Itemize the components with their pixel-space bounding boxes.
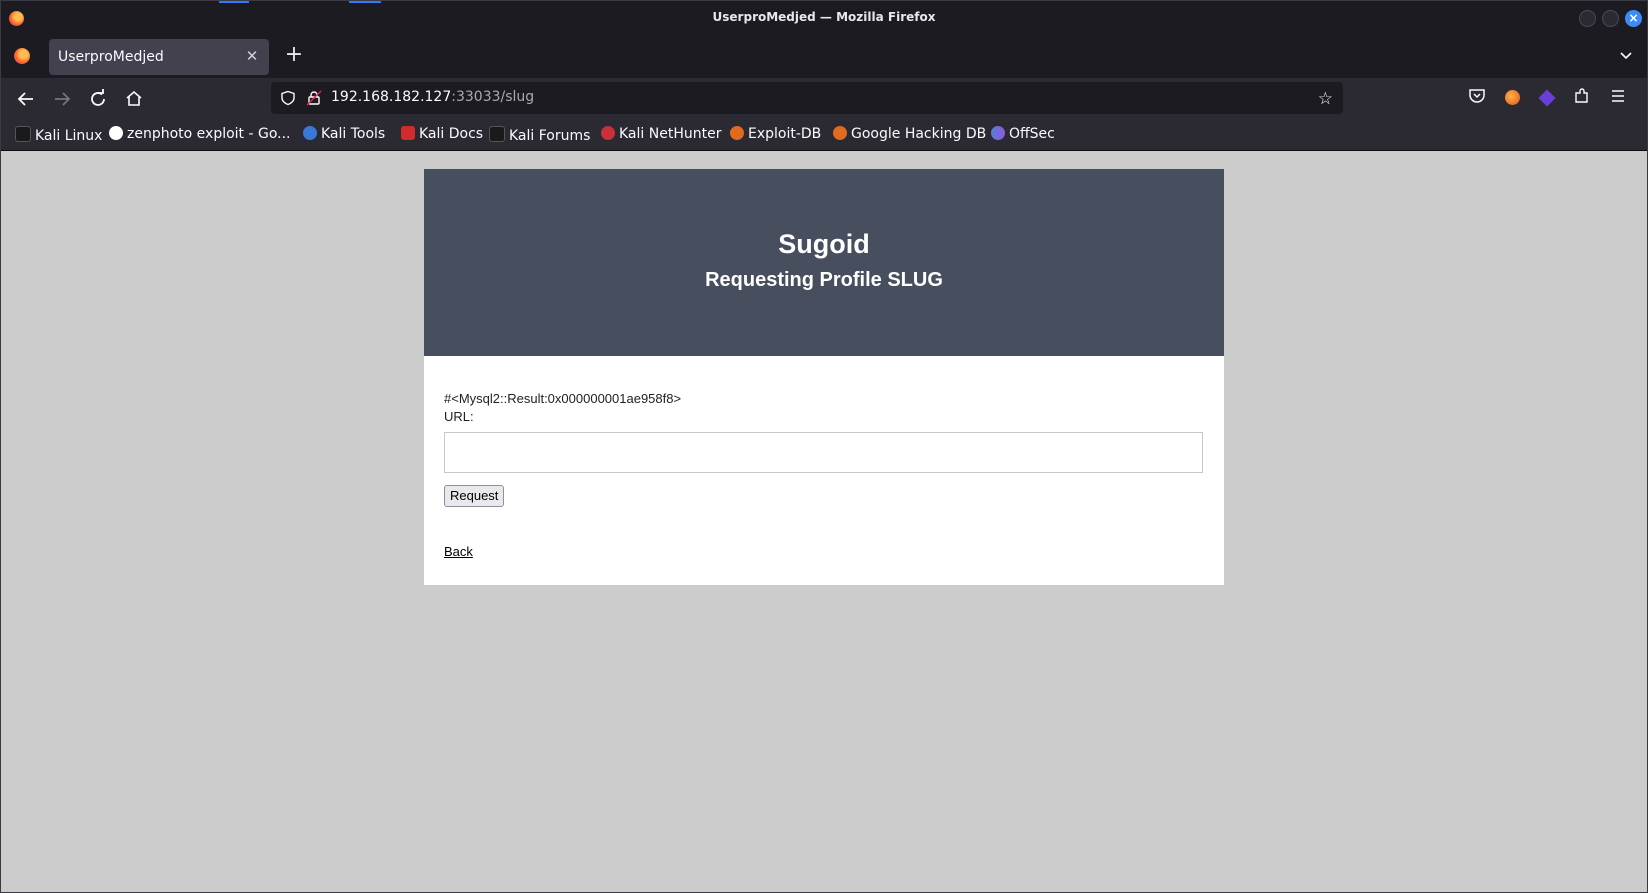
page-header: Sugoid Requesting Profile SLUG bbox=[424, 169, 1224, 356]
new-tab-icon[interactable]: + bbox=[283, 44, 305, 66]
close-tab-icon[interactable]: ✕ bbox=[243, 47, 261, 65]
window-title: UserproMedjed — Mozilla Firefox bbox=[712, 10, 936, 24]
offsec-icon bbox=[991, 126, 1005, 140]
minimize-button[interactable] bbox=[1579, 10, 1596, 27]
url-path: :33033/slug bbox=[451, 89, 535, 105]
url-text[interactable]: 192.168.182.127:33033/slug bbox=[331, 89, 534, 105]
bookmark-kali-tools[interactable]: Kali Tools bbox=[303, 126, 385, 144]
extension-foxyproxy-icon[interactable] bbox=[1501, 87, 1523, 109]
kali-dragon-icon bbox=[489, 126, 505, 142]
page-viewport: Sugoid Requesting Profile SLUG #<Mysql2:… bbox=[1, 151, 1647, 892]
url-host: 192.168.182.127 bbox=[331, 89, 452, 105]
page-subtitle: Requesting Profile SLUG bbox=[705, 269, 943, 291]
google-icon bbox=[109, 126, 123, 140]
bookmark-star-icon[interactable]: ☆ bbox=[1318, 89, 1333, 109]
bookmarks-toolbar: Kali Linux zenphoto exploit - Go... Kali… bbox=[1, 120, 1647, 151]
kali-docs-icon bbox=[401, 126, 415, 140]
tab-strip: UserproMedjed ✕ + bbox=[1, 35, 1647, 78]
exploitdb-icon bbox=[730, 126, 744, 140]
navigation-toolbar: 192.168.182.127:33033/slug ☆ bbox=[1, 78, 1647, 120]
bookmark-kali-nethunter[interactable]: Kali NetHunter bbox=[601, 126, 721, 144]
nethunter-icon bbox=[601, 126, 615, 140]
request-button[interactable]: Request bbox=[444, 485, 505, 507]
bookmark-label: Kali Docs bbox=[419, 126, 484, 142]
bookmark-kali-docs[interactable]: Kali Docs bbox=[401, 126, 483, 144]
forward-arrow-icon[interactable] bbox=[49, 86, 75, 112]
taskbar-accent bbox=[219, 1, 249, 3]
home-icon[interactable] bbox=[121, 86, 147, 112]
bookmark-google-hacking-db[interactable]: Google Hacking DB bbox=[833, 126, 986, 144]
bookmark-kali-linux[interactable]: Kali Linux bbox=[15, 126, 102, 144]
back-arrow-icon[interactable] bbox=[13, 86, 39, 112]
extension-purple-icon[interactable] bbox=[1536, 87, 1558, 109]
shield-icon[interactable] bbox=[280, 90, 296, 106]
hamburger-menu-icon[interactable] bbox=[1607, 87, 1629, 109]
bookmark-label: Exploit-DB bbox=[748, 126, 822, 142]
bookmark-label: OffSec bbox=[1009, 126, 1055, 142]
content-card: Sugoid Requesting Profile SLUG #<Mysql2:… bbox=[424, 169, 1224, 585]
taskbar-accent bbox=[349, 1, 381, 3]
kali-tools-icon bbox=[303, 126, 317, 140]
address-bar[interactable]: 192.168.182.127:33033/slug ☆ bbox=[271, 82, 1343, 114]
close-window-button[interactable]: × bbox=[1625, 10, 1642, 27]
extensions-puzzle-icon[interactable] bbox=[1571, 87, 1593, 109]
title-bar: UserproMedjed — Mozilla Firefox × bbox=[1, 1, 1647, 35]
bookmark-kali-forums[interactable]: Kali Forums bbox=[489, 126, 590, 144]
browser-window: UserproMedjed — Mozilla Firefox × Userpr… bbox=[0, 0, 1648, 893]
bookmark-offsec[interactable]: OffSec bbox=[991, 126, 1055, 144]
kali-dragon-icon bbox=[15, 126, 31, 142]
query-result-text: #<Mysql2::Result:0x000000001ae958f8> bbox=[444, 391, 682, 406]
bookmark-label: zenphoto exploit - Go... bbox=[127, 126, 291, 142]
chevron-down-icon[interactable] bbox=[1619, 48, 1633, 62]
tab-label: UserproMedjed bbox=[58, 49, 164, 65]
bookmark-label: Kali Forums bbox=[509, 128, 591, 144]
back-link[interactable]: Back bbox=[444, 544, 473, 559]
url-label: URL: bbox=[444, 409, 474, 424]
bookmark-label: Kali Tools bbox=[321, 126, 386, 142]
bookmark-label: Google Hacking DB bbox=[851, 126, 987, 142]
bookmark-label: Kali NetHunter bbox=[619, 126, 722, 142]
maximize-button[interactable] bbox=[1602, 10, 1619, 27]
url-input[interactable] bbox=[444, 432, 1203, 473]
bookmark-exploit-db[interactable]: Exploit-DB bbox=[730, 126, 821, 144]
reload-icon[interactable] bbox=[85, 86, 111, 112]
bookmark-zenphoto-exploit[interactable]: zenphoto exploit - Go... bbox=[109, 126, 291, 144]
pocket-icon[interactable] bbox=[1466, 87, 1488, 109]
firefox-view-icon[interactable] bbox=[14, 48, 30, 64]
tab-userpromedjed[interactable]: UserproMedjed ✕ bbox=[49, 39, 269, 75]
bookmark-label: Kali Linux bbox=[35, 128, 103, 144]
ghdb-icon bbox=[833, 126, 847, 140]
page-title: Sugoid bbox=[778, 229, 870, 259]
insecure-lock-icon[interactable] bbox=[306, 90, 322, 106]
